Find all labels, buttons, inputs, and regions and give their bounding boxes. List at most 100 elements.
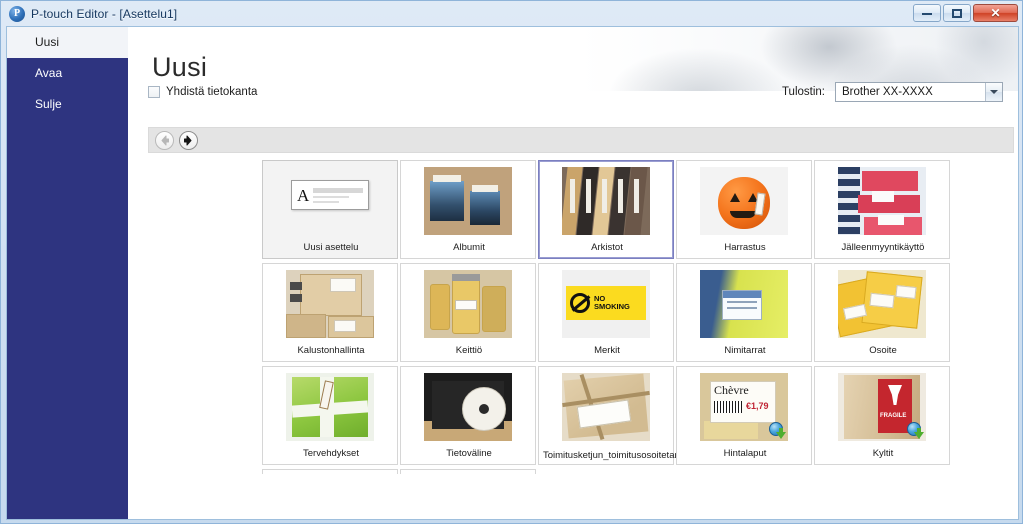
sidebar-item-avaa[interactable]: Avaa <box>7 58 128 89</box>
tile-merkit[interactable]: NO SMOKING Merkit <box>538 263 674 362</box>
forward-button[interactable] <box>179 130 198 150</box>
tile-label: Uusi asettelu <box>303 242 359 254</box>
tile-arkistot[interactable]: Arkistot <box>538 160 674 259</box>
tile-thumbnail <box>286 270 374 338</box>
connect-database-label: Yhdistä tietokanta <box>166 86 258 98</box>
tile-label: Hintalaput <box>723 448 767 460</box>
tile-thumbnail <box>700 167 788 235</box>
new-layout-icon: A <box>291 180 369 210</box>
database-checkbox-row[interactable]: Yhdistä tietokanta <box>148 86 257 98</box>
sidebar-item-uusi[interactable]: Uusi <box>7 27 128 58</box>
tile-label: Kyltit <box>872 448 894 460</box>
photo-albums-thumbnail <box>424 167 512 235</box>
page-title: Uusi <box>152 52 208 82</box>
sidebar: Uusi Avaa Sulje <box>7 27 128 519</box>
arrow-left-icon <box>161 135 169 145</box>
close-button[interactable]: ✕ <box>973 4 1018 22</box>
tile-keittio[interactable]: Keittiö <box>400 263 536 362</box>
tile-label: Jälleenmyyntikäyttö <box>841 242 925 254</box>
close-icon: ✕ <box>990 6 1001 20</box>
tile-nimitarrat[interactable]: Nimitarrat <box>676 263 812 362</box>
tile-tervehdykset[interactable]: Tervehdykset <box>262 366 398 465</box>
tile-thumbnail: FRAGILE <box>838 373 926 441</box>
printer-selected-value: Brother XX-XXXX <box>842 86 933 98</box>
tile-label: Keittiö <box>455 345 483 357</box>
sidebar-item-sulje[interactable]: Sulje <box>7 89 128 120</box>
tile-label: Tietoväline <box>446 448 492 460</box>
tile-thumbnail <box>562 373 650 441</box>
minimize-button[interactable] <box>913 4 941 22</box>
parcel-thumbnail <box>562 373 650 441</box>
pumpkin-thumbnail <box>700 167 788 235</box>
tile-thumbnail: Chèvre €1,79 <box>700 373 788 441</box>
printer-label: Tulostin: <box>781 86 825 98</box>
download-badge-icon <box>907 422 924 439</box>
no-smoking-sign-thumbnail: NO SMOKING <box>562 270 650 338</box>
tile-label: Nimitarrat <box>724 345 766 357</box>
chevron-down-icon[interactable] <box>985 83 1002 101</box>
tile-thumbnail <box>424 167 512 235</box>
spice-jars-thumbnail <box>424 270 512 338</box>
tile-thumbnail <box>424 270 512 338</box>
tile-osoite[interactable]: Osoite <box>814 263 950 362</box>
arrow-right-icon <box>184 135 192 145</box>
window-controls: ✕ <box>913 4 1018 22</box>
back-button[interactable] <box>155 130 174 150</box>
tile-toimitusketjun-toimitusosoitetarrat[interactable]: Toimitusketjun_toimitusosoitetarrat <box>538 366 689 465</box>
tile-uusi-asettelu[interactable]: A Uusi asettelu <box>262 160 398 259</box>
tile-thumbnail <box>424 373 512 441</box>
tile-label: Kalustonhallinta <box>297 345 365 357</box>
merkit-line-2: SMOKING <box>594 302 630 311</box>
tile-label: Tervehdykset <box>303 448 359 460</box>
tile-albumit[interactable]: Albumit <box>400 160 536 259</box>
sidebar-item-label: Sulje <box>35 97 62 111</box>
price-tag-price: €1,79 <box>746 401 769 411</box>
retail-shelf-thumbnail <box>838 167 926 235</box>
envelopes-thumbnail <box>838 270 926 338</box>
tile-kyltit[interactable]: FRAGILE Kyltit <box>814 366 950 465</box>
tile-kalustonhallinta[interactable]: Kalustonhallinta <box>262 263 398 362</box>
maximize-button[interactable] <box>943 4 971 22</box>
tile-thumbnail <box>838 270 926 338</box>
printer-row: Tulostin: Brother XX-XXXX <box>782 82 1003 102</box>
price-tag-name: Chèvre <box>714 383 749 397</box>
disc-media-thumbnail <box>424 373 512 441</box>
tile-label: Osoite <box>869 345 897 357</box>
tile-label: Merkit <box>594 345 620 357</box>
application-window: P P-touch Editor - [Asettelu1] ✕ Uusi Av… <box>0 0 1023 524</box>
letter-a-glyph: A <box>297 185 310 205</box>
tile-label: Arkistot <box>591 242 623 254</box>
binders-thumbnail <box>562 167 650 235</box>
connect-database-checkbox[interactable] <box>148 86 160 98</box>
tile-label: Harrastus <box>724 242 766 254</box>
tile-jalleenmyyntikaytto[interactable]: Jälleenmyyntikäyttö <box>814 160 950 259</box>
window-title: P-touch Editor - [Asettelu1] <box>31 6 178 21</box>
navigation-toolbar <box>148 127 1014 153</box>
tile-thumbnail: A <box>263 161 397 229</box>
download-badge-icon <box>769 422 786 439</box>
maximize-icon <box>952 8 962 18</box>
tile-thumbnail <box>838 167 926 235</box>
name-badge-thumbnail <box>700 270 788 338</box>
sidebar-item-label: Uusi <box>35 35 60 49</box>
fragile-text: FRAGILE <box>880 413 907 419</box>
main-pane: Uusi Yhdistä tietokanta Tulostin: Brothe… <box>128 27 1018 519</box>
cartons-thumbnail <box>286 270 374 338</box>
content-bottom-spacer <box>249 474 1018 519</box>
tile-tietovaline[interactable]: Tietoväline <box>400 366 536 465</box>
tile-hintalaput[interactable]: Chèvre €1,79 Hintalaput <box>676 366 812 465</box>
sidebar-item-label: Avaa <box>35 66 63 80</box>
tile-label: Toimitusketjun_toimitusosoitetarrat <box>543 450 689 462</box>
tile-harrastus[interactable]: Harrastus <box>676 160 812 259</box>
gift-box-thumbnail <box>286 373 374 441</box>
title-bar: P P-touch Editor - [Asettelu1] ✕ <box>1 1 1023 26</box>
tile-thumbnail <box>286 373 374 441</box>
template-grid: A Uusi asettelu Albumit Arkistot Harrast… <box>262 160 1018 519</box>
tile-thumbnail <box>700 270 788 338</box>
ptouch-logo-icon: P <box>9 5 25 22</box>
tile-thumbnail <box>562 167 650 235</box>
no-smoking-icon <box>570 293 590 313</box>
client-area: Uusi Avaa Sulje Uusi Yhdistä tietokanta … <box>6 26 1019 520</box>
tile-thumbnail: NO SMOKING <box>562 270 650 338</box>
printer-select[interactable]: Brother XX-XXXX <box>835 82 1003 102</box>
